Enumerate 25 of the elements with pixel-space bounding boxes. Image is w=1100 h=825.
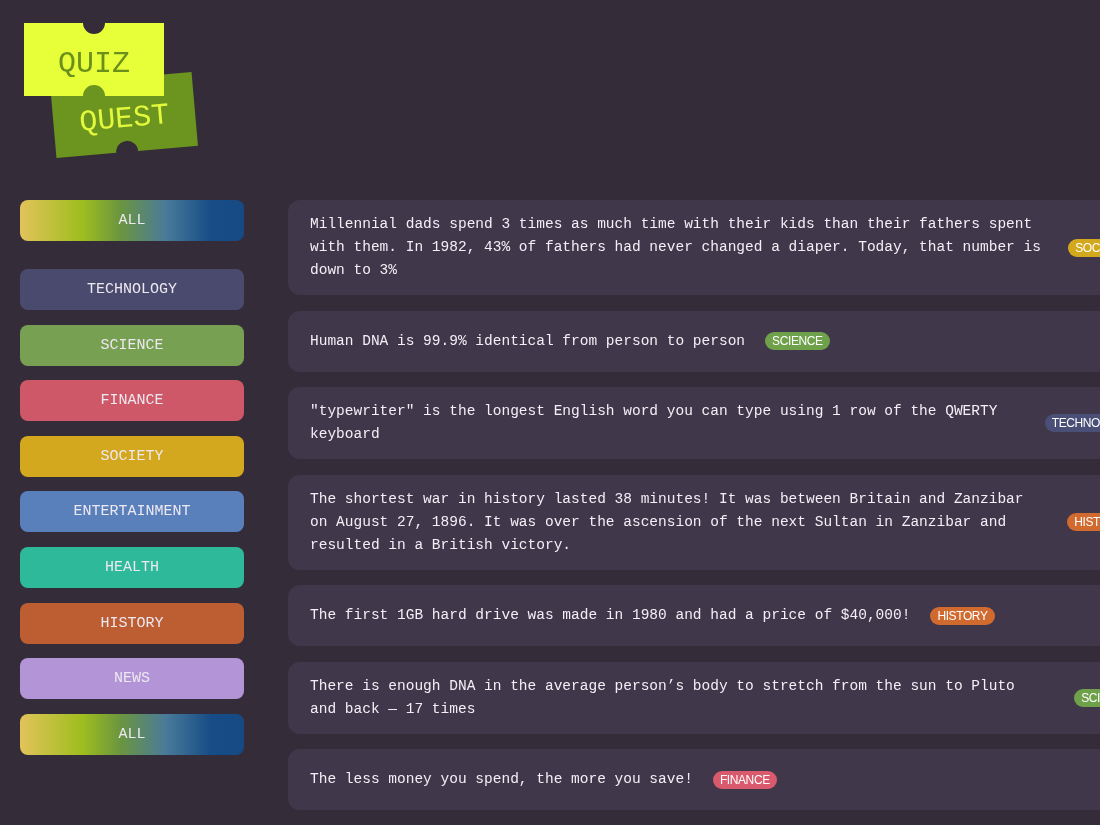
category-tag: HISTORY [930,606,995,625]
category-button[interactable]: SCIENCE [20,324,244,366]
category-button[interactable]: NEWS [20,658,244,700]
category-button[interactable]: FINANCE [20,380,244,422]
fact-text: The first 1GB hard drive was made in 1980 and had a price of $40,000! [310,606,911,625]
fact-text: The less money you spend, the more you save! [310,770,693,789]
category-button[interactable]: TECHNOLOGY [20,269,244,310]
category-button[interactable]: HEALTH [20,546,244,588]
logo-ticket: QUIZ [24,23,164,96]
category-button[interactable]: ENTERTAINMENT [20,491,244,533]
category-tag: HIST [1067,513,1100,531]
category-button[interactable]: HISTORY [20,602,244,644]
category-button[interactable]: SOCIETY [20,435,244,477]
category-tag: SCI [1074,688,1100,707]
category-button[interactable]: ALL [20,200,244,241]
fact-text: Human DNA is 99.9% identical from person to person [310,331,746,351]
fact-text: Millennial dads spend 3 times as much time with their kids than their fathers spent with them. In 1982, 43% of fathers had never changed a diaper. Today, that number is down to 3% [310,215,1042,280]
category-tag: SCIENCE [765,332,830,350]
fact-text: There is enough DNA in the average person’s body to stretch from the sun to Pluto and back — 17 times [310,676,1016,719]
category-tag: TECHNO [1044,414,1100,432]
category-tag: FINANCE [712,770,777,789]
fact-text: "typewriter" is the longest English word you can type using 1 row of the QWERTY keyboard [310,402,999,444]
fact-text: The shortest war in history lasted 38 minutes! It was between Britain and Zanzibar on August 27, 1896. It was over the ascension of the next Sultan in Zanzibar and resulted in a British victory. [310,489,1025,555]
category-button[interactable]: ALL [20,713,244,755]
category-tag: SOC [1068,238,1100,257]
